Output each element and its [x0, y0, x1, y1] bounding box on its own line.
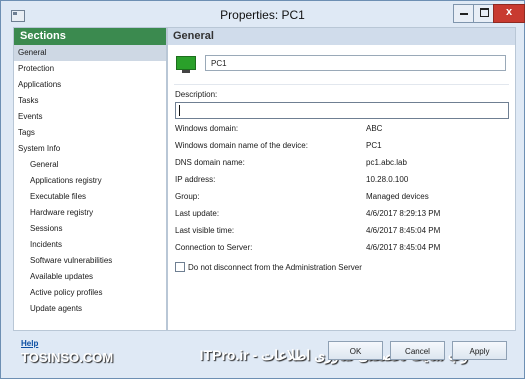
group-value: Managed devices: [366, 192, 429, 201]
sidebar-subitem-general[interactable]: General: [14, 157, 166, 173]
sidebar-subitem-available-updates[interactable]: Available updates: [14, 269, 166, 285]
description-input[interactable]: [175, 102, 509, 119]
sidebar-item-tasks[interactable]: Tasks: [14, 93, 166, 109]
sidebar-subitem-executable-files[interactable]: Executable files: [14, 189, 166, 205]
panel-header: General: [168, 28, 515, 45]
windows-domain-value: ABC: [366, 124, 383, 133]
sidebar-subitem-sessions[interactable]: Sessions: [14, 221, 166, 237]
property-row: IP address: 10.28.0.100: [175, 175, 509, 187]
sidebar-item-events[interactable]: Events: [14, 109, 166, 125]
maximize-icon: [479, 7, 489, 17]
apply-button[interactable]: Apply: [452, 341, 507, 360]
property-row: Last update: 4/6/2017 8:29:13 PM: [175, 209, 509, 221]
property-row: Windows domain: ABC: [175, 124, 509, 136]
device-domain-name-value: PC1: [366, 141, 382, 150]
sidebar-item-general[interactable]: General: [14, 45, 166, 61]
sections-sidebar: Sections General Protection Applications…: [13, 27, 167, 331]
dns-domain-name-label: DNS domain name:: [175, 158, 245, 167]
property-row: Last visible time: 4/6/2017 8:45:04 PM: [175, 226, 509, 238]
ok-button[interactable]: OK: [328, 341, 383, 360]
sidebar-subitem-active-policy-profiles[interactable]: Active policy profiles: [14, 285, 166, 301]
do-not-disconnect-option[interactable]: Do not disconnect from the Administratio…: [175, 261, 362, 275]
close-icon: x: [505, 6, 513, 18]
sidebar-item-applications[interactable]: Applications: [14, 77, 166, 93]
sidebar-subitem-hardware-registry[interactable]: Hardware registry: [14, 205, 166, 221]
monitor-stand: [182, 70, 190, 73]
sidebar-subitem-update-agents[interactable]: Update agents: [14, 301, 166, 317]
sidebar-header: Sections: [14, 28, 166, 45]
cancel-button[interactable]: Cancel: [390, 341, 445, 360]
last-visible-time-value: 4/6/2017 8:45:04 PM: [366, 226, 441, 235]
group-label: Group:: [175, 192, 200, 201]
general-panel: General PC1 Description: Windows domain:…: [167, 27, 516, 331]
minimize-button[interactable]: [453, 4, 475, 23]
property-row: Connection to Server: 4/6/2017 8:45:04 P…: [175, 243, 509, 255]
window-title: Properties: PC1: [220, 8, 305, 22]
property-row: Windows domain name of the device: PC1: [175, 141, 509, 153]
dns-domain-name-value: pc1.abc.lab: [366, 158, 407, 167]
sidebar-subitem-incidents[interactable]: Incidents: [14, 237, 166, 253]
maximize-button[interactable]: [473, 4, 495, 23]
sidebar-item-tags[interactable]: Tags: [14, 125, 166, 141]
sidebar-subitem-applications-registry[interactable]: Applications registry: [14, 173, 166, 189]
watermark-left: TOSINSO.COM: [21, 350, 114, 365]
help-link[interactable]: Help: [21, 339, 38, 348]
do-not-disconnect-label: Do not disconnect from the Administratio…: [188, 263, 362, 272]
last-visible-time-label: Last visible time:: [175, 226, 235, 235]
computer-icon: [176, 56, 196, 74]
device-domain-name-label: Windows domain name of the device:: [175, 141, 308, 150]
monitor-screen: [176, 56, 196, 70]
connection-to-server-value: 4/6/2017 8:45:04 PM: [366, 243, 441, 252]
last-update-value: 4/6/2017 8:29:13 PM: [366, 209, 441, 218]
ip-address-label: IP address:: [175, 175, 216, 184]
ip-address-value: 10.28.0.100: [366, 175, 409, 184]
divider: [174, 84, 509, 85]
sidebar-item-system-info[interactable]: System Info: [14, 141, 166, 157]
text-caret: [179, 105, 180, 116]
minimize-icon: [460, 12, 468, 15]
properties-dialog: Properties: PC1 x Sections General Prote…: [0, 0, 525, 379]
do-not-disconnect-checkbox[interactable]: [175, 261, 185, 272]
description-label: Description:: [175, 90, 218, 99]
sidebar-item-protection[interactable]: Protection: [14, 61, 166, 77]
close-button[interactable]: x: [493, 4, 525, 23]
device-name-field[interactable]: PC1: [205, 55, 506, 71]
windows-domain-label: Windows domain:: [175, 124, 239, 133]
connection-to-server-label: Connection to Server:: [175, 243, 253, 252]
sidebar-subitem-software-vulnerabilities[interactable]: Software vulnerabilities: [14, 253, 166, 269]
last-update-label: Last update:: [175, 209, 220, 218]
property-row: DNS domain name: pc1.abc.lab: [175, 158, 509, 170]
property-row: Group: Managed devices: [175, 192, 509, 204]
